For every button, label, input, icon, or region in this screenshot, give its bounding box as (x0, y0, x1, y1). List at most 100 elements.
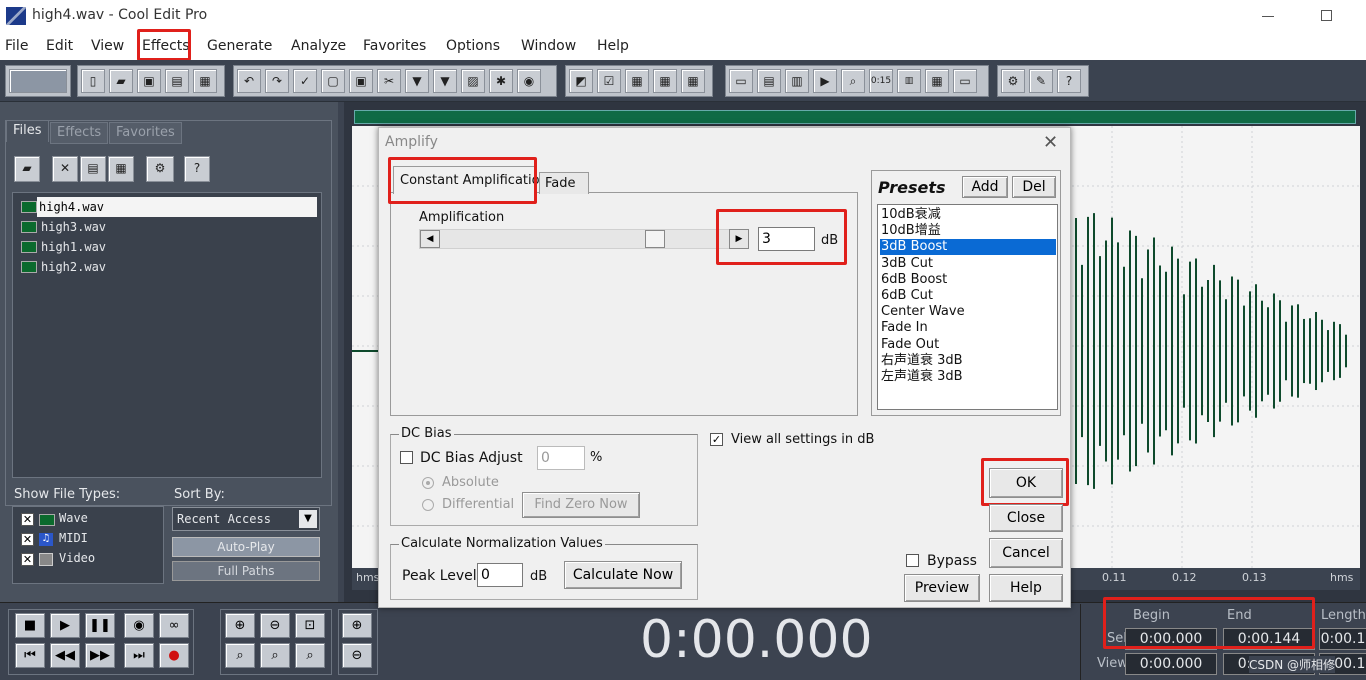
zoom-window-icon[interactable]: ⌕ (841, 69, 865, 93)
amplification-input[interactable]: 3 (758, 227, 815, 251)
copy-icon[interactable]: ▢ (321, 69, 345, 93)
sel-begin-field[interactable]: 0:00.000 (1125, 628, 1217, 650)
maximize-icon[interactable] (1321, 10, 1332, 21)
repeat-icon[interactable]: ✓ (293, 69, 317, 93)
mix-paste-icon[interactable]: ▨ (461, 69, 485, 93)
window-3-icon[interactable]: ▥ (785, 69, 809, 93)
peak-level-input[interactable]: 0 (477, 563, 523, 587)
redo-icon[interactable]: ↷ (265, 69, 289, 93)
slider-right-icon[interactable]: ▶ (729, 229, 749, 249)
waveform-view-icon[interactable]: ☑ (597, 69, 621, 93)
wave-type-checkbox[interactable]: ✕ (21, 513, 34, 526)
cut-icon[interactable]: ✂ (377, 69, 401, 93)
menu-effects[interactable]: Effects (142, 38, 190, 54)
vzoom-out-icon[interactable]: ⊖ (342, 643, 372, 668)
grid-view-3-icon[interactable]: ▦ (681, 69, 705, 93)
sort-by-select[interactable]: Recent Access ▼ (172, 507, 320, 531)
menu-generate[interactable]: Generate (207, 38, 272, 54)
menu-view[interactable]: View (91, 38, 124, 54)
preset-item[interactable]: 3dB Boost (880, 239, 1056, 256)
view-begin-field[interactable]: 0:00.000 (1125, 653, 1217, 675)
spectral-view-icon[interactable]: ◩ (569, 69, 593, 93)
copy-new-icon[interactable]: ▣ (349, 69, 373, 93)
play-icon[interactable]: ▶ (50, 613, 80, 638)
vzoom-in-icon[interactable]: ⊕ (342, 613, 372, 638)
rewind-icon[interactable]: ◀◀ (50, 643, 80, 668)
color-window-icon[interactable]: ▦ (925, 69, 949, 93)
window-2-icon[interactable]: ▤ (757, 69, 781, 93)
preview-button[interactable]: Preview (904, 574, 980, 602)
bypass-checkbox[interactable] (906, 554, 919, 567)
zoom-right-icon[interactable]: ⌕ (260, 643, 290, 668)
menu-options[interactable]: Options (446, 38, 500, 54)
file-list[interactable]: high4.wav high3.wav high1.wav high2.wav (12, 192, 322, 478)
tab-favorites[interactable]: Favorites (109, 122, 182, 144)
go-start-icon[interactable]: ⏮ (15, 643, 45, 668)
paste-new-icon[interactable]: ▼ (433, 69, 457, 93)
preset-item[interactable]: 6dB Cut (880, 288, 1056, 304)
minimize-icon[interactable] (1262, 16, 1274, 17)
grid-view-2-icon[interactable]: ▦ (653, 69, 677, 93)
close-file-icon[interactable]: ✕ (52, 156, 78, 182)
list-item[interactable]: high4.wav (37, 197, 317, 217)
auto-play-button[interactable]: Auto-Play (172, 537, 320, 557)
open-folder-icon[interactable]: ▰ (109, 69, 133, 93)
zoom-in-icon[interactable]: ⊕ (225, 613, 255, 638)
add-preset-button[interactable]: Add (962, 176, 1008, 198)
zoom-selection-icon[interactable]: ⌕ (295, 643, 325, 668)
paste-icon[interactable]: ▼ (405, 69, 429, 93)
amplification-slider[interactable]: ◀ (419, 229, 739, 249)
preset-item[interactable]: Fade Out (880, 337, 1056, 353)
scripts-icon[interactable]: ✎ (1029, 69, 1053, 93)
menu-file[interactable]: File (5, 38, 28, 54)
insert-multitrack-icon[interactable]: ▦ (108, 156, 134, 182)
dc-bias-input[interactable]: 0 (537, 446, 585, 470)
preset-item[interactable]: 10dB衰减 (880, 207, 1056, 223)
presets-list[interactable]: 10dB衰减 10dB增益 3dB Boost 3dB Cut 6dB Boost 6dB… (877, 204, 1058, 410)
grid-view-icon[interactable]: ▦ (625, 69, 649, 93)
dc-bias-adjust-checkbox[interactable] (400, 451, 413, 464)
delete-silence-icon[interactable]: ◉ (517, 69, 541, 93)
cancel-button[interactable]: Cancel (989, 538, 1063, 568)
save-icon[interactable]: ▣ (137, 69, 161, 93)
menu-help[interactable]: Help (597, 38, 629, 54)
tab-constant-amplification[interactable]: Constant Amplification (393, 166, 548, 194)
zoom-left-icon[interactable]: ⌕ (225, 643, 255, 668)
preset-item[interactable]: 右声道衰 3dB (880, 353, 1056, 369)
time-window-icon[interactable]: 0:15 (869, 69, 893, 93)
play-window-icon[interactable]: ▶ (813, 69, 837, 93)
sel-end-field[interactable]: 0:00.144 (1223, 628, 1315, 650)
list-window-icon[interactable]: ▭ (953, 69, 977, 93)
video-type-checkbox[interactable]: ✕ (21, 553, 34, 566)
find-zero-now-button[interactable]: Find Zero Now (522, 492, 640, 518)
sel-length-field[interactable]: 0:00.1 (1319, 628, 1366, 650)
play-to-end-icon[interactable]: ◉ (124, 613, 154, 638)
slider-thumb[interactable] (645, 230, 665, 248)
view-all-db-checkbox[interactable]: ✓ (710, 433, 723, 446)
close-icon[interactable]: ✕ (1043, 132, 1058, 153)
preset-item[interactable]: Center Wave (880, 304, 1056, 320)
preset-item[interactable]: 3dB Cut (880, 256, 1056, 272)
tab-effects[interactable]: Effects (50, 122, 109, 144)
menu-analyze[interactable]: Analyze (291, 38, 346, 54)
go-end-icon[interactable]: ⏭ (124, 643, 154, 668)
slider-left-icon[interactable]: ◀ (420, 230, 440, 248)
stop-icon[interactable]: ■ (15, 613, 45, 638)
help-button[interactable]: Help (989, 574, 1063, 602)
midi-type-checkbox[interactable]: ✕ (21, 533, 34, 546)
open-file-icon[interactable]: ▰ (14, 156, 40, 182)
settings-icon[interactable]: ⚙ (1001, 69, 1025, 93)
pause-icon[interactable]: ❚❚ (85, 613, 115, 638)
preset-item[interactable]: 左声道衰 3dB (880, 369, 1056, 385)
delete-preset-button[interactable]: Del (1012, 176, 1056, 198)
list-item[interactable]: high2.wav (19, 257, 319, 277)
zoom-full-icon[interactable]: ⊡ (295, 613, 325, 638)
preset-item[interactable]: 6dB Boost (880, 272, 1056, 288)
preset-item[interactable]: Fade In (880, 320, 1056, 336)
new-file-icon[interactable]: ▯ (81, 69, 105, 93)
multitrack-toggle-icon[interactable] (9, 69, 67, 93)
overview-bar[interactable] (354, 110, 1356, 124)
absolute-radio[interactable] (422, 477, 434, 489)
window-1-icon[interactable]: ▭ (729, 69, 753, 93)
full-paths-button[interactable]: Full Paths (172, 561, 320, 581)
